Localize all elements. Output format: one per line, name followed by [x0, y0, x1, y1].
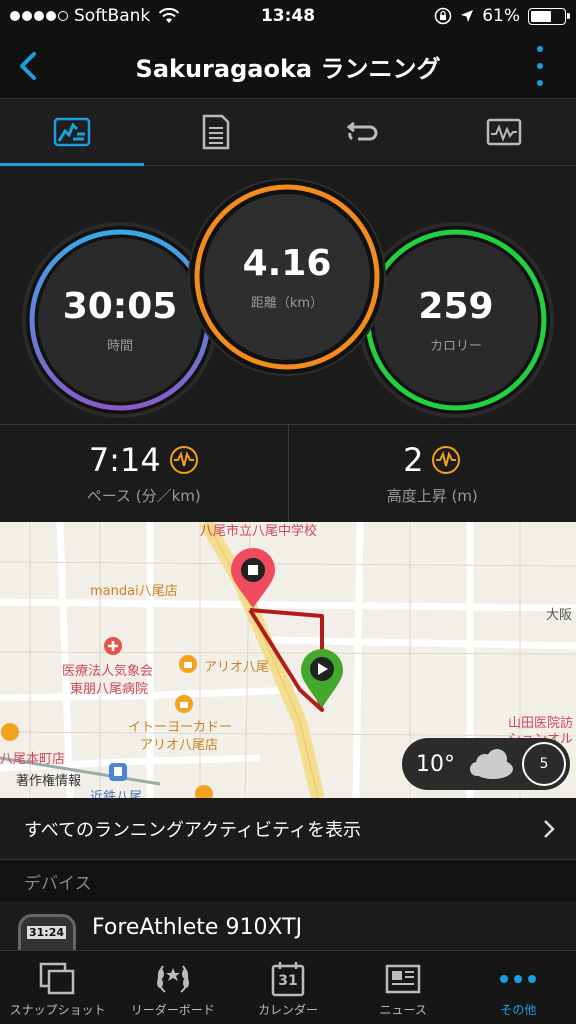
tab-laps[interactable] [288, 99, 432, 165]
map-label: mandai八尾店 [90, 584, 178, 599]
wind-speed: 5 [539, 756, 549, 772]
time-value: 30:05 [62, 286, 178, 327]
elevation-label: 高度上昇 (m) [386, 487, 478, 505]
map-label: 著作権情報 [16, 774, 82, 789]
hospital-icon [104, 637, 122, 655]
status-bar: SoftBank 13:48 61% [0, 0, 576, 34]
pulse-chart-icon [169, 446, 198, 474]
news-icon [385, 964, 421, 994]
tab-charts[interactable] [432, 99, 576, 165]
chevron-left-icon [20, 52, 36, 80]
pace-label: ペース (分／km) [86, 487, 201, 505]
view-all-activities-label: すべてのランニングアクティビティを表示 [24, 819, 361, 841]
train-station-icon [109, 763, 127, 781]
snapshot-icon [39, 962, 74, 995]
nav-news[interactable]: ニュース [346, 951, 461, 1024]
more-vertical-icon [537, 46, 543, 52]
devices-section-header: デバイス [0, 860, 576, 902]
map-label: イトーヨーカドー [128, 720, 233, 735]
wind-speed-icon: 5 [522, 742, 566, 786]
distance-label: 距離（km） [250, 296, 324, 311]
tab-stats[interactable] [0, 99, 144, 166]
view-all-activities-link[interactable]: すべてのランニングアクティビティを表示 [0, 798, 576, 860]
navigation-bar: Sakuragaoka ランニング [0, 34, 576, 98]
nav-snapshot[interactable]: スナップショット [0, 951, 115, 1024]
distance-ring: 4.16 距離（km） [188, 178, 386, 376]
calendar-day: 31 [278, 973, 298, 989]
more-options-button[interactable] [534, 46, 546, 86]
back-button[interactable] [8, 44, 52, 88]
cloudy-icon [470, 749, 513, 779]
map-label: 東朋八尾病院 [70, 682, 149, 697]
start-marker-icon [301, 649, 343, 708]
watch-face-time: 31:24 [27, 926, 67, 939]
battery-percent: 61% [482, 6, 520, 26]
nav-more[interactable]: その他 [461, 951, 576, 1024]
map-label: 八尾本町店 [0, 752, 66, 767]
nav-news-label: ニュース [379, 1003, 427, 1017]
elevation-value: 2 [403, 441, 424, 479]
nav-leaderboard[interactable]: リーダーボード [115, 951, 230, 1024]
laps-icon [346, 121, 378, 141]
nav-calendar[interactable]: 31 カレンダー [230, 951, 345, 1024]
battery-icon [528, 7, 570, 25]
watch-icon: 31:24 [18, 914, 76, 954]
pace-stat[interactable]: 7:14 ペース (分／km) [0, 425, 288, 522]
chevron-right-icon [544, 820, 555, 838]
pace-value: 7:14 [88, 441, 161, 479]
shopping-icon [1, 723, 19, 741]
details-icon [202, 114, 230, 150]
map-label: 八尾市立八尾中学校 [200, 524, 318, 539]
device-name: ForeAthlete 910XTJ [92, 914, 303, 940]
chart-icon [486, 118, 522, 146]
calories-ring: 259 カロリー [358, 222, 554, 418]
weather-widget[interactable]: 10° 5 [402, 738, 570, 790]
location-arrow-icon [461, 10, 474, 22]
nav-snapshot-label: スナップショット [9, 1003, 106, 1017]
map-label: 医療法人気象会 [62, 664, 154, 679]
bottom-navigation: スナップショット リーダーボード 31 カレンダー ニュース その他 [0, 950, 576, 1024]
calories-value: 259 [418, 286, 494, 327]
shopping-icon [175, 695, 193, 713]
rotation-lock-icon [434, 7, 452, 25]
shopping-icon [179, 655, 197, 673]
map-label: アリオ八尾 [204, 660, 270, 675]
more-horizontal-icon [500, 975, 537, 983]
nav-leaderboard-label: リーダーボード [130, 1003, 215, 1017]
activity-tabs [0, 98, 576, 166]
laurel-icon [156, 965, 189, 993]
pulse-chart-icon [432, 446, 461, 474]
distance-value: 4.16 [242, 243, 332, 284]
time-label: 時間 [106, 339, 133, 354]
nav-calendar-label: カレンダー [258, 1003, 319, 1017]
temperature: 10° [416, 751, 455, 777]
map-label: 近鉄八尾 [90, 790, 143, 798]
shopping-icon [195, 785, 213, 798]
secondary-stats: 7:14 ペース (分／km) 2 高度上昇 (m) [0, 424, 576, 522]
summary-stats: 30:05 時間 259 カロリー 4.16 距離（km） [0, 166, 576, 424]
stats-icon [53, 117, 91, 147]
route-map[interactable]: 八尾市立八尾中学校 mandai八尾店 大阪 医療法人気象会 東朋八尾病院 アリ… [0, 522, 576, 798]
map-label: 大阪 [546, 608, 573, 623]
tab-details[interactable] [144, 99, 288, 165]
elevation-stat[interactable]: 2 高度上昇 (m) [287, 425, 576, 522]
nav-more-label: その他 [500, 1003, 537, 1017]
device-row[interactable]: 31:24 ForeAthlete 910XTJ [0, 902, 576, 954]
calories-label: カロリー [429, 339, 482, 354]
map-label: アリオ八尾店 [140, 738, 219, 753]
finish-marker-icon [231, 548, 275, 608]
page-title: Sakuragaoka ランニング [135, 55, 441, 83]
